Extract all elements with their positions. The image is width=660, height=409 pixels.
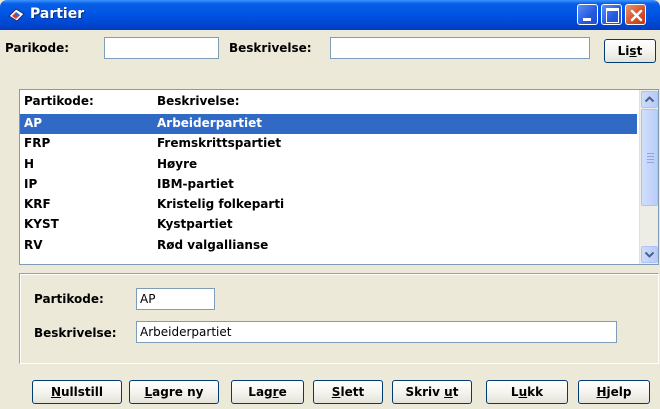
list-item[interactable]: H Høyre xyxy=(20,155,637,175)
list-item[interactable]: AP Arbeiderpartiet xyxy=(20,114,637,135)
search-description-label: Beskrivelse: xyxy=(229,41,312,55)
detail-description-label: Beskrivelse: xyxy=(34,326,117,340)
title-bar[interactable]: Partier xyxy=(0,0,660,30)
list-item-code: IP xyxy=(24,176,38,191)
search-description-input[interactable] xyxy=(330,37,590,59)
list-rows: AP Arbeiderpartiet FRP Fremskrittspartiet H H… xyxy=(20,114,637,256)
column-header-description: Beskrivelse: xyxy=(157,94,240,108)
list-button[interactable]: List xyxy=(604,39,656,63)
list-item-description: IBM-partiet xyxy=(157,176,234,191)
close-icon xyxy=(630,9,643,22)
scroll-down-button[interactable] xyxy=(641,246,658,263)
list-header: Partikode: Beskrivelse: xyxy=(20,90,639,112)
delete-button[interactable]: Slett xyxy=(313,380,383,404)
column-header-code: Partikode: xyxy=(24,94,94,108)
maximize-button[interactable] xyxy=(601,4,622,25)
scroll-up-button[interactable] xyxy=(641,91,658,108)
detail-code-input[interactable] xyxy=(136,288,215,310)
close-button[interactable]: Lukk xyxy=(486,380,568,404)
minimize-button[interactable] xyxy=(577,4,598,25)
list-item-description: Arbeiderpartiet xyxy=(157,116,263,130)
list-item-code: KYST xyxy=(24,217,59,232)
save-button[interactable]: Lagre xyxy=(231,380,304,404)
list-item-code: AP xyxy=(24,116,43,130)
chevron-down-icon xyxy=(644,251,655,258)
print-button[interactable]: Skriv ut xyxy=(392,380,472,404)
list-item[interactable]: IP IBM-partiet xyxy=(20,175,637,195)
detail-code-label: Partikode: xyxy=(34,292,104,306)
list-item[interactable]: RV Rød valgallianse xyxy=(20,236,637,256)
list-item-description: Kristelig folkeparti xyxy=(157,197,285,212)
list-item-code: KRF xyxy=(24,197,51,212)
list-item-code: FRP xyxy=(24,136,51,151)
window-title: Partier xyxy=(30,6,85,22)
save-new-button[interactable]: Lagre ny xyxy=(129,380,219,404)
chevron-up-icon xyxy=(644,96,655,103)
close-window-button[interactable] xyxy=(625,4,646,25)
list-item-code: RV xyxy=(24,237,43,252)
list-item[interactable]: KRF Kristelig folkeparti xyxy=(20,195,637,215)
reset-button[interactable]: Nullstill xyxy=(32,380,122,404)
list-item[interactable]: FRP Fremskrittspartiet xyxy=(20,134,637,154)
list-item-description: Rød valgallianse xyxy=(157,237,269,252)
search-code-label: Parikode: xyxy=(5,41,70,55)
list-item-code: H xyxy=(24,156,35,171)
detail-panel xyxy=(19,273,659,364)
party-list[interactable]: Partikode: Beskrivelse: AP Arbeiderpartie… xyxy=(19,89,659,265)
list-scrollbar[interactable] xyxy=(639,90,658,264)
detail-description-input[interactable] xyxy=(136,321,617,343)
app-icon xyxy=(8,8,25,22)
scroll-thumb[interactable] xyxy=(641,109,658,206)
list-item-description: Fremskrittspartiet xyxy=(157,136,282,151)
list-item[interactable]: KYST Kystpartiet xyxy=(20,215,637,235)
list-item-description: Kystpartiet xyxy=(157,217,233,232)
search-code-input[interactable] xyxy=(104,37,219,59)
help-button[interactable]: Hjelp xyxy=(578,380,650,404)
list-item-description: Høyre xyxy=(157,156,198,171)
partier-window: Partier Parikode: Beskrivelse: List Part… xyxy=(0,0,660,409)
